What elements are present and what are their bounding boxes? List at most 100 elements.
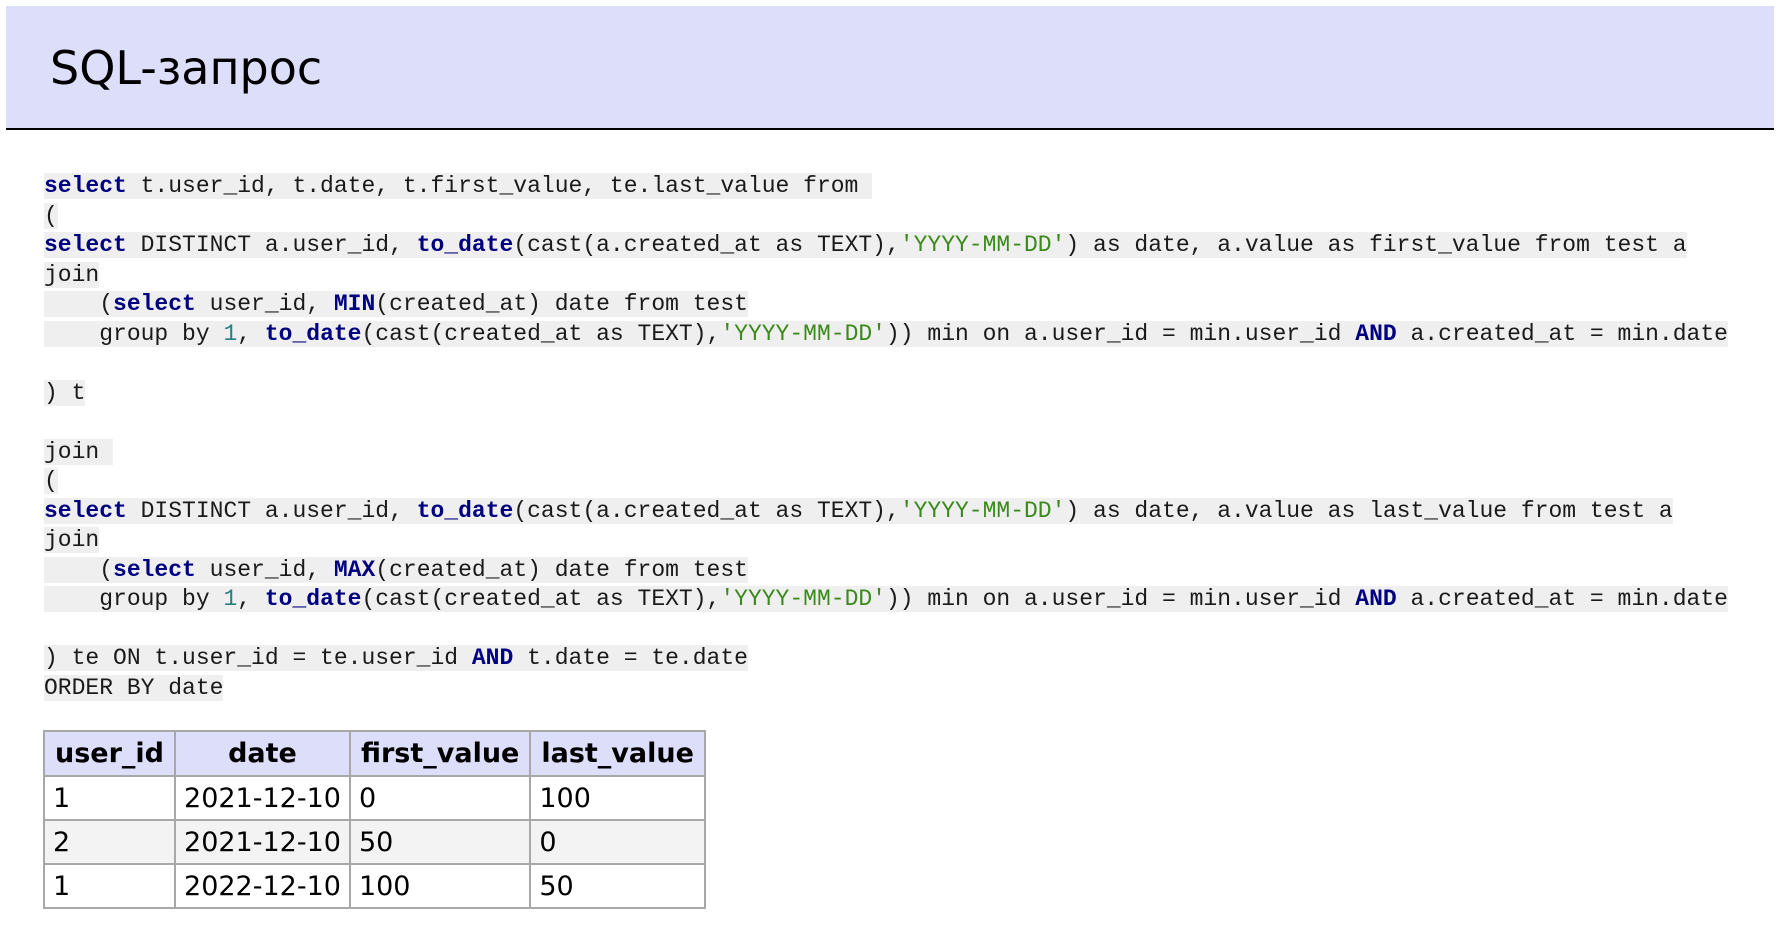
- table-cell: 2021-12-10: [174, 819, 351, 865]
- sql-keyword: select: [44, 497, 127, 524]
- code-line: (select user_id, MAX(created_at) date fr…: [44, 556, 1728, 586]
- sql-text: join: [44, 438, 114, 465]
- table-cell: 2022-12-10: [174, 863, 351, 909]
- code-line: (select user_id, MIN(created_at) date fr…: [44, 290, 1728, 320]
- code-line-text: (select user_id, MIN(created_at) date fr…: [44, 291, 748, 317]
- sql-text: join: [44, 261, 100, 288]
- code-line-text: join: [44, 527, 100, 553]
- table-cell: 100: [529, 775, 706, 821]
- code-line: group by 1, to_date(cast(created_at as T…: [44, 585, 1728, 615]
- table-cell: 1: [42, 863, 177, 909]
- sql-text: user_id,: [195, 556, 334, 583]
- result-table: user_id date first_value last_value 1 20…: [42, 730, 706, 909]
- sql-text: )) min on a.user_id = min.user_id: [885, 586, 1356, 612]
- sql-text: DISTINCT a.user_id,: [126, 232, 417, 258]
- sql-keyword: to_date: [264, 320, 362, 347]
- code-line-text: (: [44, 468, 58, 494]
- table-cell: 1: [42, 775, 177, 821]
- sql-keyword: select: [44, 232, 127, 258]
- sql-text: (cast(created_at as TEXT),: [361, 586, 721, 612]
- sql-keyword: MIN: [333, 291, 376, 317]
- sql-text: (created_at) date from test: [375, 291, 748, 317]
- table-cell: 0: [348, 775, 532, 821]
- sql-keyword: select: [113, 291, 196, 317]
- page-title: SQL-запрос: [50, 41, 323, 95]
- code-line-text: group by 1, to_date(cast(created_at as T…: [44, 586, 1728, 612]
- sql-text: (cast(a.created_at as TEXT),: [513, 232, 900, 258]
- sql-text: )) min on a.user_id = min.user_id: [885, 320, 1356, 347]
- code-line: group by 1, to_date(cast(created_at as T…: [44, 320, 1728, 350]
- sql-text: (cast(a.created_at as TEXT),: [513, 497, 900, 524]
- sql-text: ) te ON t.user_id = te.user_id: [44, 645, 472, 671]
- table-cell: 2021-12-10: [174, 775, 351, 821]
- code-line-text: select DISTINCT a.user_id, to_date(cast(…: [44, 232, 1687, 258]
- code-line: join: [44, 526, 1728, 556]
- sql-text: t.date = te.date: [513, 645, 748, 671]
- sql-keyword: to_date: [264, 586, 362, 612]
- column-header-user-id: user_id: [42, 730, 177, 777]
- code-line: select t.user_id, t.date, t.first_value,…: [44, 172, 1728, 202]
- sql-string: 'YYYY-MM-DD': [899, 497, 1066, 524]
- table-cell: 50: [529, 863, 706, 909]
- code-line: select DISTINCT a.user_id, to_date(cast(…: [44, 497, 1728, 527]
- code-line: ) te ON t.user_id = te.user_id AND t.dat…: [44, 644, 1728, 674]
- code-line-text: (select user_id, MAX(created_at) date fr…: [44, 556, 748, 583]
- sql-text: (: [44, 291, 114, 317]
- table-cell: 100: [348, 863, 532, 909]
- code-line-text: join: [44, 438, 114, 465]
- table-cell: 0: [529, 819, 706, 865]
- code-line: ) t: [44, 379, 1728, 409]
- code-line-text: ) t: [44, 379, 86, 406]
- code-line: (: [44, 467, 1728, 497]
- table-row: 1 2021-12-10 0 100: [42, 775, 706, 821]
- sql-text: group by: [44, 320, 224, 347]
- sql-text: ,: [237, 320, 265, 347]
- sql-text: DISTINCT a.user_id,: [126, 497, 417, 524]
- sql-text: a.created_at = min.date: [1396, 586, 1728, 612]
- sql-keyword: select: [44, 173, 127, 199]
- code-line: join: [44, 438, 1728, 468]
- code-line-text: ORDER BY date: [44, 674, 224, 701]
- code-line: ORDER BY date: [44, 674, 1728, 704]
- sql-keyword: select: [113, 556, 196, 583]
- sql-keyword: AND: [1355, 320, 1397, 347]
- sql-string: 'YYYY-MM-DD': [720, 586, 886, 612]
- sql-string: 'YYYY-MM-DD': [899, 232, 1066, 258]
- sql-text: group by: [44, 586, 224, 612]
- sql-text: (: [44, 202, 58, 229]
- sql-number: 1: [223, 586, 238, 612]
- code-line-text: ) te ON t.user_id = te.user_id AND t.dat…: [44, 645, 748, 671]
- sql-text: user_id,: [195, 291, 334, 317]
- sql-keyword: to_date: [416, 232, 514, 258]
- sql-text: ORDER BY date: [44, 674, 224, 701]
- page-header: SQL-запрос: [6, 6, 1774, 130]
- sql-text: (cast(created_at as TEXT),: [361, 320, 721, 347]
- sql-text: (: [44, 556, 114, 583]
- code-line: join: [44, 261, 1728, 291]
- column-header-last-value: last_value: [529, 730, 706, 777]
- code-line-text: join: [44, 261, 100, 288]
- column-header-first-value: first_value: [348, 730, 532, 777]
- sql-keyword: to_date: [416, 497, 514, 524]
- table-cell: 2: [42, 819, 177, 865]
- code-line: (: [44, 202, 1728, 232]
- table-row: 1 2022-12-10 100 50: [42, 863, 706, 909]
- sql-text: (created_at) date from test: [375, 556, 748, 583]
- sql-keyword: AND: [471, 645, 514, 671]
- sql-text: t.user_id, t.date, t.first_value, te.las…: [126, 173, 873, 199]
- table-header-row: user_id date first_value last_value: [42, 730, 706, 777]
- sql-text: ,: [237, 586, 265, 612]
- code-line-text: (: [44, 202, 58, 229]
- code-line-text: select DISTINCT a.user_id, to_date(cast(…: [44, 497, 1673, 524]
- sql-number: 1: [223, 320, 238, 347]
- sql-keyword: AND: [1355, 586, 1397, 612]
- sql-text: (: [44, 468, 58, 494]
- sql-text: ) t: [44, 379, 86, 406]
- code-line-text: group by 1, to_date(cast(created_at as T…: [44, 320, 1728, 347]
- sql-keyword: MAX: [333, 556, 376, 583]
- sql-text: join: [44, 527, 100, 553]
- code-line: select DISTINCT a.user_id, to_date(cast(…: [44, 231, 1728, 261]
- column-header-date: date: [174, 730, 351, 777]
